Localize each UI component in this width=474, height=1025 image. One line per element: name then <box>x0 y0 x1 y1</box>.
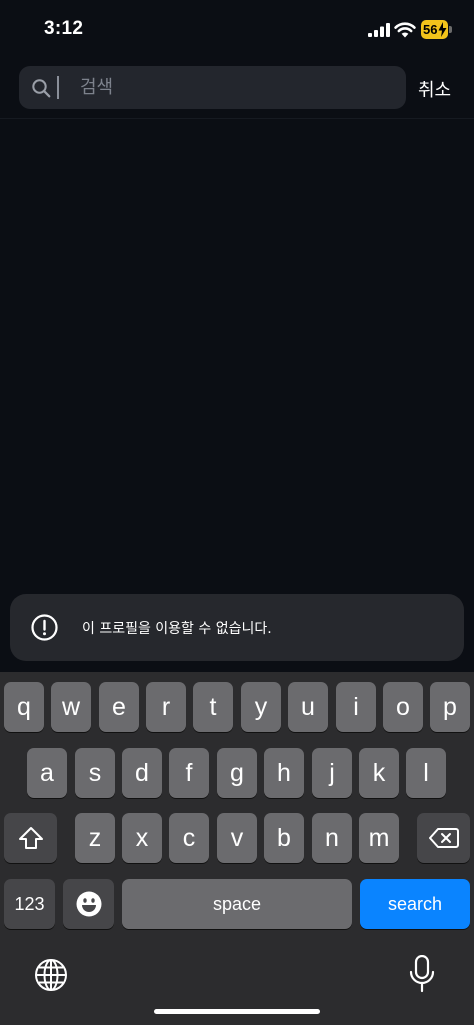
error-toast: 이 프로필을 이용할 수 없습니다. <box>10 594 464 661</box>
key-o[interactable]: o <box>383 682 423 732</box>
key-c[interactable]: c <box>169 813 209 863</box>
header-divider <box>0 118 474 119</box>
key-j[interactable]: j <box>312 748 352 798</box>
backspace-icon <box>428 828 459 848</box>
key-f[interactable]: f <box>169 748 209 798</box>
key-y[interactable]: y <box>241 682 281 732</box>
toast-message: 이 프로필을 이용할 수 없습니다. <box>82 621 272 637</box>
search-icon <box>32 79 51 98</box>
search-input[interactable] <box>60 66 410 109</box>
key-a[interactable]: a <box>27 748 67 798</box>
emoji-key[interactable] <box>63 879 114 929</box>
shift-key[interactable] <box>4 813 57 863</box>
backspace-key[interactable] <box>417 813 470 863</box>
microphone-icon[interactable] <box>408 955 436 993</box>
shift-icon <box>18 827 43 849</box>
key-l[interactable]: l <box>406 748 446 798</box>
key-i[interactable]: i <box>336 682 376 732</box>
key-s[interactable]: s <box>75 748 115 798</box>
key-q[interactable]: q <box>4 682 44 732</box>
key-n[interactable]: n <box>312 813 352 863</box>
key-z[interactable]: z <box>75 813 115 863</box>
key-p[interactable]: p <box>430 682 470 732</box>
search-key[interactable]: search <box>360 879 470 929</box>
key-e[interactable]: e <box>99 682 139 732</box>
key-w[interactable]: w <box>51 682 91 732</box>
battery-icon: 56 <box>421 20 454 39</box>
key-b[interactable]: b <box>264 813 304 863</box>
status-bar: 3:12 56 <box>0 0 474 60</box>
key-u[interactable]: u <box>288 682 328 732</box>
emoji-icon <box>76 891 101 917</box>
home-indicator[interactable] <box>154 1009 320 1014</box>
key-x[interactable]: x <box>122 813 162 863</box>
signal-icon <box>368 23 390 37</box>
key-r[interactable]: r <box>146 682 186 732</box>
key-k[interactable]: k <box>359 748 399 798</box>
battery-level: 56 <box>423 22 438 37</box>
status-time: 3:12 <box>44 18 84 39</box>
cancel-button[interactable]: 취소 <box>418 76 451 102</box>
search-bar[interactable] <box>19 66 410 109</box>
space-key[interactable]: space <box>122 879 352 929</box>
wifi-icon <box>394 22 416 38</box>
key-d[interactable]: d <box>122 748 162 798</box>
key-m[interactable]: m <box>359 813 399 863</box>
key-t[interactable]: t <box>193 682 233 732</box>
alert-icon <box>31 614 58 641</box>
key-g[interactable]: g <box>217 748 257 798</box>
globe-icon[interactable] <box>34 958 68 992</box>
key-h[interactable]: h <box>264 748 304 798</box>
key-v[interactable]: v <box>217 813 257 863</box>
text-cursor <box>57 76 59 99</box>
numbers-key[interactable]: 123 <box>4 879 55 929</box>
